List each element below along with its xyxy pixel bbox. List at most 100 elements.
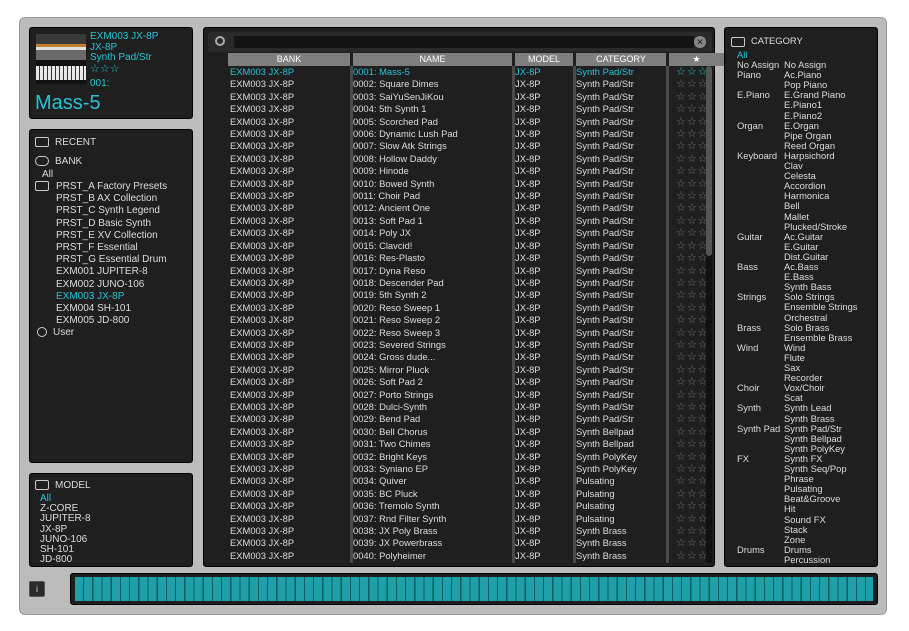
table-row[interactable]: EXM003 JX-8P 0006: Dynamic Lush Pad JX-8P S… [228, 128, 706, 140]
favorite-stars[interactable]: ☆☆☆ [676, 277, 706, 289]
category-group[interactable]: Guitar [737, 231, 763, 242]
bank-item[interactable]: PRST_F Essential [56, 242, 138, 254]
table-row[interactable]: EXM003 JX-8P 0018: Descender Pad JX-8P Synt… [228, 277, 706, 289]
category-group[interactable]: Synth Pad [737, 423, 780, 434]
table-row[interactable]: EXM003 JX-8P 0005: Scorched Pad JX-8P Synth… [228, 116, 706, 128]
favorite-stars[interactable]: ☆☆☆ [676, 327, 706, 339]
bank-item[interactable]: PRST_E XV Collection [56, 230, 158, 242]
col-name-header[interactable]: NAME [353, 53, 512, 66]
table-row[interactable]: EXM003 JX-8P 0016: Res-Plasto JX-8P Synth P… [228, 252, 706, 264]
bank-item[interactable]: PRST_D Basic Synth [56, 218, 151, 230]
favorite-stars[interactable]: ☆☆☆ [676, 265, 706, 277]
favorite-stars[interactable]: ☆☆☆ [676, 475, 706, 487]
col-star-header[interactable]: ★ [669, 53, 724, 66]
bank-item[interactable]: PRST_C Synth Legend [56, 205, 160, 217]
table-row[interactable]: EXM003 JX-8P 0040: Polyheimer JX-8P Synth B… [228, 550, 706, 562]
favorite-stars[interactable]: ☆☆☆ [676, 537, 706, 549]
category-group[interactable]: Synth [737, 403, 761, 413]
favorite-stars[interactable]: ☆☆☆ [676, 376, 706, 388]
favorite-stars[interactable]: ☆☆☆ [676, 66, 706, 78]
category-group[interactable]: Keyboard [737, 150, 777, 161]
table-row[interactable]: EXM003 JX-8P 0015: Clavcid! JX-8P Synth Pad… [228, 240, 706, 252]
table-row[interactable]: EXM003 JX-8P 0033: Syniano EP JX-8P Synth P… [228, 463, 706, 475]
user-bank[interactable]: User [35, 327, 74, 339]
favorite-stars[interactable]: ☆☆☆ [676, 438, 706, 450]
table-row[interactable]: EXM003 JX-8P 0038: JX Poly Brass JX-8P Synt… [228, 525, 706, 537]
category-item[interactable]: E.Piano2 [784, 110, 822, 121]
favorite-stars[interactable]: ☆☆☆ [676, 351, 706, 363]
favorite-stars[interactable]: ☆☆☆ [676, 302, 706, 314]
category-item[interactable]: Mallet [784, 211, 809, 222]
favorite-stars[interactable]: ☆☆☆ [676, 426, 706, 438]
list-scrollbar[interactable] [706, 66, 712, 563]
model-item[interactable]: JUPITER-8 [40, 514, 91, 524]
category-item[interactable]: Synth Brass [784, 413, 835, 424]
table-row[interactable]: EXM003 JX-8P 0012: Ancient One JX-8P Synth … [228, 202, 706, 214]
favorite-stars[interactable]: ☆☆☆ [676, 140, 706, 152]
table-row[interactable]: EXM003 JX-8P 0001: Mass-5 JX-8P Synth Pad/S… [228, 66, 706, 78]
bank-item[interactable]: EXM001 JUPITER-8 [56, 266, 148, 278]
recent-item[interactable]: RECENT [35, 137, 96, 149]
table-row[interactable]: EXM003 JX-8P 0007: Slow Atk Strings JX-8P S… [228, 140, 706, 152]
table-row[interactable]: EXM003 JX-8P 0020: Reso Sweep 1 JX-8P Synth… [228, 302, 706, 314]
table-row[interactable]: EXM003 JX-8P 0030: Bell Chorus JX-8P Synth … [228, 426, 706, 438]
category-group[interactable]: Wind [737, 342, 758, 353]
favorite-stars[interactable]: ☆☆☆ [676, 103, 706, 115]
favorite-stars[interactable]: ☆☆☆ [676, 550, 706, 562]
category-item[interactable]: Orchestral [784, 312, 827, 323]
table-row[interactable]: EXM003 JX-8P 0031: Two Chimes JX-8P Synth B… [228, 438, 706, 450]
category-item[interactable]: Percussion [784, 554, 830, 565]
category-group[interactable]: Piano [737, 70, 761, 80]
info-stars[interactable]: ☆☆☆ [90, 63, 158, 75]
favorite-stars[interactable]: ☆☆☆ [676, 364, 706, 376]
table-row[interactable]: EXM003 JX-8P 0010: Bowed Synth JX-8P Synth … [228, 178, 706, 190]
favorite-stars[interactable]: ☆☆☆ [676, 116, 706, 128]
table-row[interactable]: EXM003 JX-8P 0028: Dulci-Synth JX-8P Synth … [228, 401, 706, 413]
table-row[interactable]: EXM003 JX-8P 0014: Poly JX JX-8P Synth Pad/… [228, 227, 706, 239]
bank-item[interactable]: EXM005 JD-800 [56, 315, 129, 327]
bank-item[interactable]: EXM004 SH-101 [56, 303, 131, 315]
table-row[interactable]: EXM003 JX-8P 0034: Quiver JX-8P Pulsating ☆☆… [228, 475, 706, 487]
table-row[interactable]: EXM003 JX-8P 0019: 5th Synth 2 JX-8P Synth … [228, 289, 706, 301]
table-row[interactable]: EXM003 JX-8P 0013: Soft Pad 1 JX-8P Synth P… [228, 215, 706, 227]
favorite-stars[interactable]: ☆☆☆ [676, 178, 706, 190]
bank-header[interactable]: BANK [35, 156, 82, 168]
table-row[interactable]: EXM003 JX-8P 0036: Tremolo Synth JX-8P Puls… [228, 500, 706, 512]
table-row[interactable]: EXM003 JX-8P 0025: Mirror Pluck JX-8P Synth… [228, 364, 706, 376]
table-row[interactable]: EXM003 JX-8P 0003: SaiYuSenJiKou JX-8P Synt… [228, 91, 706, 103]
category-item[interactable]: Synth Lead [784, 403, 831, 413]
info-button[interactable]: i [29, 581, 45, 597]
table-row[interactable]: EXM003 JX-8P 0026: Soft Pad 2 JX-8P Synth P… [228, 376, 706, 388]
favorite-stars[interactable]: ☆☆☆ [676, 413, 706, 425]
table-row[interactable]: EXM003 JX-8P 0023: Severed Strings JX-8P Sy… [228, 339, 706, 351]
piano-keyboard[interactable] [75, 577, 873, 601]
category-group[interactable]: Strings [737, 292, 766, 302]
favorite-stars[interactable]: ☆☆☆ [676, 314, 706, 326]
table-row[interactable]: EXM003 JX-8P 0008: Hollow Daddy JX-8P Synth… [228, 153, 706, 165]
favorite-stars[interactable]: ☆☆☆ [676, 78, 706, 90]
table-row[interactable]: EXM003 JX-8P 0027: Porto Strings JX-8P Synt… [228, 389, 706, 401]
favorite-stars[interactable]: ☆☆☆ [676, 401, 706, 413]
search-icon[interactable] [215, 36, 225, 46]
favorite-stars[interactable]: ☆☆☆ [676, 227, 706, 239]
favorite-stars[interactable]: ☆☆☆ [676, 215, 706, 227]
table-row[interactable]: EXM003 JX-8P 0032: Bright Keys JX-8P Synth … [228, 451, 706, 463]
category-item[interactable]: E.Piano1 [784, 100, 822, 110]
clear-search-icon[interactable]: ✕ [694, 36, 706, 48]
favorite-stars[interactable]: ☆☆☆ [676, 91, 706, 103]
favorite-stars[interactable]: ☆☆☆ [676, 165, 706, 177]
favorite-stars[interactable]: ☆☆☆ [676, 202, 706, 214]
category-item[interactable]: Sound FX [784, 514, 826, 525]
category-group[interactable]: Choir [737, 383, 759, 393]
favorite-stars[interactable]: ☆☆☆ [676, 488, 706, 500]
table-row[interactable]: EXM003 JX-8P 0009: Hinode JX-8P Synth Pad/S… [228, 165, 706, 177]
table-row[interactable]: EXM003 JX-8P 0004: 5th Synth 1 JX-8P Synth … [228, 103, 706, 115]
favorite-stars[interactable]: ☆☆☆ [676, 128, 706, 140]
favorite-stars[interactable]: ☆☆☆ [676, 153, 706, 165]
table-row[interactable]: EXM003 JX-8P 0011: Choir Pad JX-8P Synth Pa… [228, 190, 706, 202]
category-group[interactable]: Drums [737, 544, 765, 555]
category-item[interactable]: Ensemble Strings [784, 302, 857, 312]
favorite-stars[interactable]: ☆☆☆ [676, 190, 706, 202]
bank-item[interactable]: PRST_G Essential Drum [56, 254, 167, 266]
table-row[interactable]: EXM003 JX-8P 0035: BC Pluck JX-8P Pulsating… [228, 488, 706, 500]
